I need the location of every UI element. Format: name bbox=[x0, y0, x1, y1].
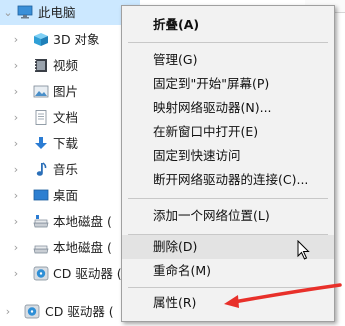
tree-item-label: 桌面 bbox=[53, 188, 79, 203]
chevron-right-icon[interactable]: › bbox=[10, 131, 22, 156]
tree-item-this-pc[interactable]: ⌄ 此电脑 bbox=[0, 0, 140, 25]
cd-drive-icon bbox=[24, 304, 40, 319]
context-menu: 折叠(A) 管理(G) 固定到"开始"屏幕(P) 映射网络驱动器(N)... 在… bbox=[121, 5, 335, 322]
tree-item-music[interactable]: › 音乐 bbox=[0, 157, 140, 182]
chevron-right-icon[interactable]: › bbox=[10, 209, 22, 234]
local-disk-icon bbox=[33, 245, 49, 254]
downloads-folder-icon bbox=[35, 137, 47, 149]
chevron-right-icon[interactable]: › bbox=[10, 79, 22, 104]
tree-item-cd-drive-1[interactable]: › CD 驱动器 ( bbox=[0, 261, 140, 286]
navigation-pane: ⌄ 此电脑 › 3D 对象 › 视频 › 图片 › 文档 › 下载 › 音乐 ›… bbox=[0, 0, 140, 326]
desktop-folder-icon bbox=[33, 189, 49, 201]
tree-item-label: 文档 bbox=[53, 110, 79, 125]
menu-item-add-network-location[interactable]: 添加一个网络位置(L) bbox=[122, 204, 334, 228]
menu-item-open-in-new-window[interactable]: 在新窗口中打开(E) bbox=[122, 120, 334, 144]
tree-item-label: 音乐 bbox=[53, 162, 79, 177]
menu-item-disconnect-network-drive[interactable]: 断开网络驱动器的连接(C)... bbox=[122, 168, 334, 192]
tree-item-label: 此电脑 bbox=[38, 5, 76, 20]
tree-item-label: CD 驱动器 ( bbox=[45, 304, 114, 319]
chevron-right-icon[interactable]: › bbox=[10, 105, 22, 130]
tree-item-label: 图片 bbox=[53, 84, 79, 99]
tree-item-pictures[interactable]: › 图片 bbox=[0, 79, 140, 104]
video-folder-icon bbox=[35, 59, 47, 72]
music-folder-icon bbox=[36, 162, 47, 176]
chevron-right-icon[interactable]: › bbox=[10, 27, 22, 52]
3d-objects-icon bbox=[34, 33, 48, 46]
chevron-down-icon[interactable]: ⌄ bbox=[2, 0, 14, 25]
tree-item-label: 本地磁盘 ( bbox=[53, 240, 112, 255]
computer-icon bbox=[17, 5, 33, 19]
tree-item-label: 视频 bbox=[53, 58, 79, 73]
chevron-right-icon[interactable]: › bbox=[10, 235, 22, 260]
cd-drive-icon bbox=[33, 266, 49, 281]
local-disk-icon bbox=[33, 215, 49, 228]
menu-item-map-network-drive[interactable]: 映射网络驱动器(N)... bbox=[122, 96, 334, 120]
chevron-right-icon[interactable]: › bbox=[10, 183, 22, 208]
tree-item-label: CD 驱动器 ( bbox=[53, 266, 122, 281]
tree-item-downloads[interactable]: › 下载 bbox=[0, 131, 140, 156]
tree-item-label: 本地磁盘 ( bbox=[53, 214, 112, 229]
menu-item-collapse[interactable]: 折叠(A) bbox=[122, 13, 334, 37]
pictures-folder-icon bbox=[33, 85, 49, 98]
menu-item-pin-to-quick-access[interactable]: 固定到快速访问 bbox=[122, 144, 334, 168]
documents-folder-icon bbox=[35, 110, 47, 125]
chevron-right-icon[interactable]: › bbox=[10, 261, 22, 286]
menu-separator bbox=[128, 42, 328, 43]
tree-item-documents[interactable]: › 文档 bbox=[0, 105, 140, 130]
menu-separator bbox=[128, 198, 328, 199]
tree-item-cd-drive-2[interactable]: › CD 驱动器 ( bbox=[0, 299, 140, 324]
tree-item-local-disk-2[interactable]: › 本地磁盘 ( bbox=[0, 235, 140, 260]
tree-item-3d-objects[interactable]: › 3D 对象 bbox=[0, 27, 140, 52]
menu-item-pin-to-start[interactable]: 固定到"开始"屏幕(P) bbox=[122, 72, 334, 96]
tree-item-videos[interactable]: › 视频 bbox=[0, 53, 140, 78]
chevron-right-icon[interactable]: › bbox=[10, 157, 22, 182]
chevron-right-icon[interactable]: › bbox=[2, 299, 14, 324]
tree-item-label: 3D 对象 bbox=[53, 32, 100, 47]
mouse-cursor-icon bbox=[297, 240, 310, 260]
tree-item-local-disk-1[interactable]: › 本地磁盘 ( bbox=[0, 209, 140, 234]
chevron-right-icon[interactable]: › bbox=[10, 53, 22, 78]
tree-item-label: 下载 bbox=[53, 136, 79, 151]
annotation-arrow-icon bbox=[224, 283, 342, 308]
menu-item-rename[interactable]: 重命名(M) bbox=[122, 259, 334, 283]
tree-item-desktop[interactable]: › 桌面 bbox=[0, 183, 140, 208]
menu-item-manage[interactable]: 管理(G) bbox=[122, 48, 334, 72]
